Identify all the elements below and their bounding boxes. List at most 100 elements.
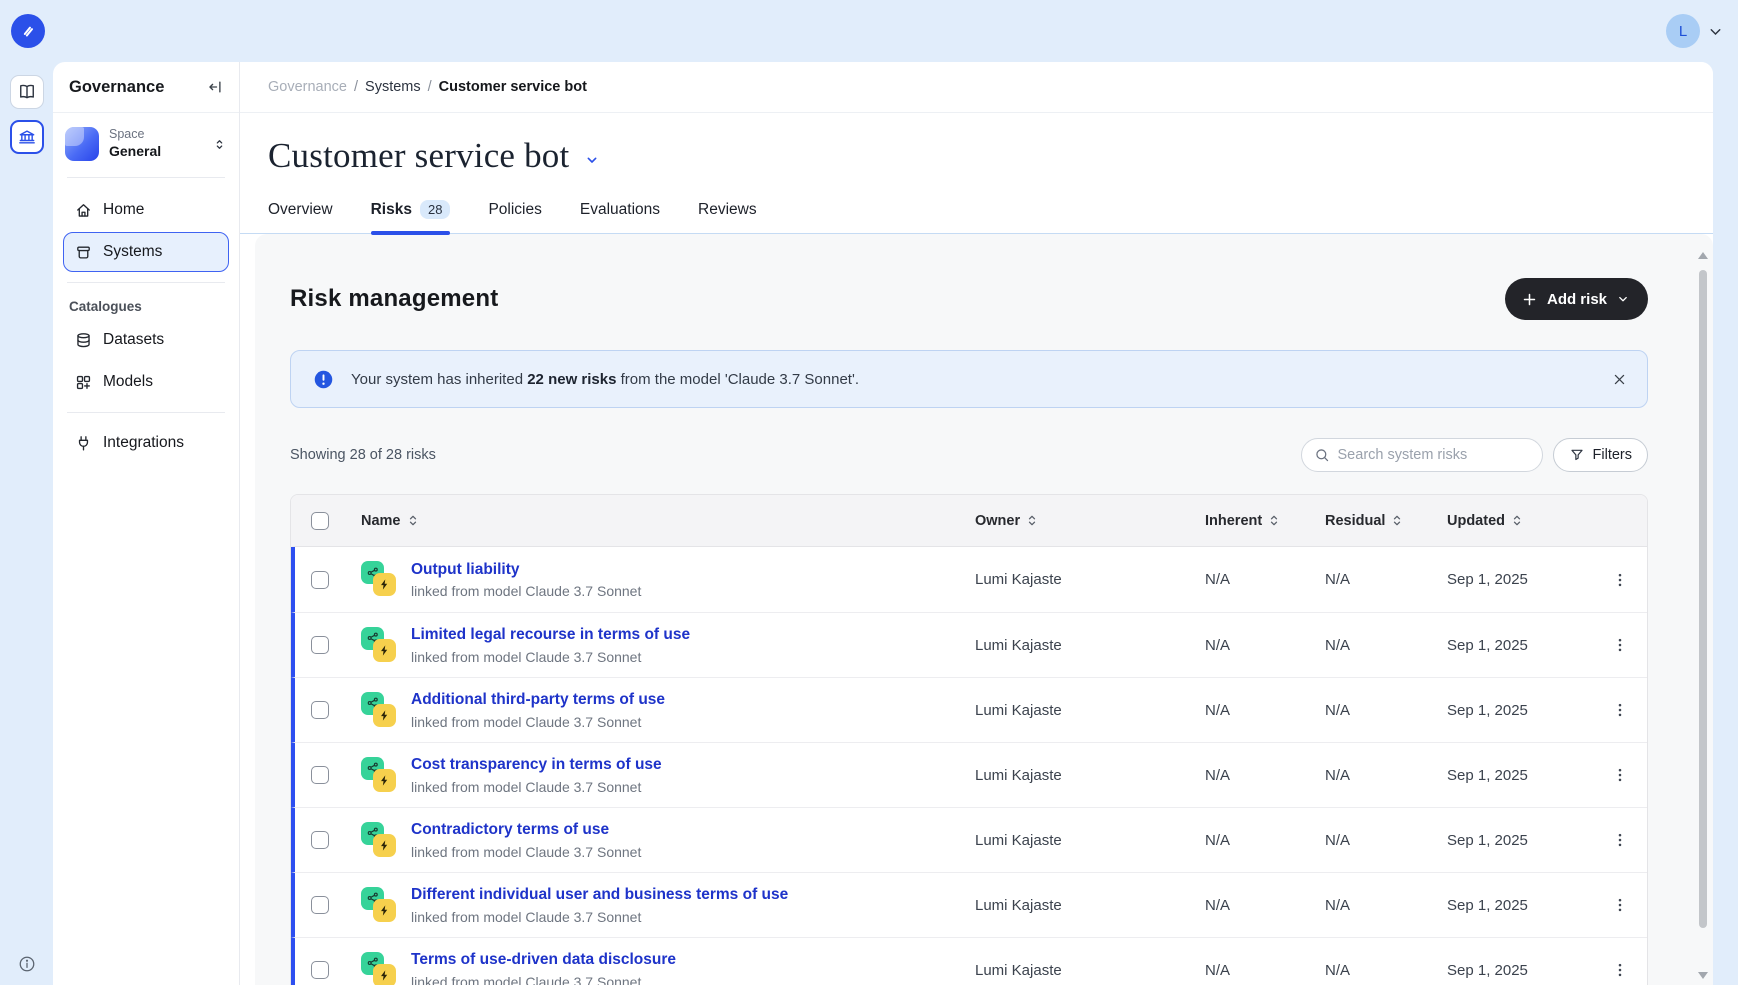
filters-button[interactable]: Filters [1553, 438, 1648, 472]
library-rail-button[interactable] [10, 75, 44, 109]
row-menu-button[interactable] [1607, 566, 1633, 594]
user-avatar[interactable]: L [1666, 14, 1700, 48]
systems-icon [74, 243, 93, 262]
user-menu-chevron-icon[interactable] [1707, 23, 1724, 40]
sidebar-collapse-button[interactable] [206, 78, 224, 96]
column-header-owner[interactable]: Owner [975, 513, 1185, 529]
space-avatar [65, 127, 99, 161]
info-icon [18, 955, 36, 973]
breadcrumb-current: Customer service bot [439, 79, 587, 95]
integrations-icon [74, 434, 93, 453]
kebab-icon [1611, 635, 1629, 655]
risk-linked-from-text: linked from model Claude 3.7 Sonnet [411, 712, 665, 732]
scroll-up-arrow[interactable] [1698, 252, 1708, 259]
row-menu-button[interactable] [1607, 891, 1633, 919]
breadcrumb-item[interactable]: Systems [365, 79, 421, 95]
column-label: Inherent [1205, 513, 1262, 529]
table-row: Contradictory terms of use linked from m… [291, 807, 1647, 872]
system-risk-bolt-icon [373, 704, 396, 727]
tab-label: Risks [371, 201, 412, 219]
row-checkbox[interactable] [311, 701, 329, 719]
row-checkbox[interactable] [311, 961, 329, 979]
sidebar-item-datasets[interactable]: Datasets [63, 320, 229, 360]
risk-name-link[interactable]: Contradictory terms of use [411, 821, 609, 838]
vertical-scrollbar[interactable] [1696, 250, 1710, 985]
row-checkbox[interactable] [311, 636, 329, 654]
banner-text: Your system has inherited 22 new risks f… [351, 371, 859, 388]
risk-type-badges [361, 691, 398, 729]
risk-name-link[interactable]: Different individual user and business t… [411, 886, 788, 903]
banner-close-button[interactable] [1612, 372, 1627, 387]
risk-management-heading: Risk management [290, 285, 498, 313]
brand-logo[interactable] [11, 14, 45, 48]
row-checkbox[interactable] [311, 766, 329, 784]
kebab-icon [1611, 570, 1629, 590]
updated-cell: Sep 1, 2025 [1427, 897, 1592, 914]
row-menu-button[interactable] [1607, 631, 1633, 659]
breadcrumb: Governance / Systems / Customer service … [240, 62, 1713, 113]
risk-linked-from-text: linked from model Claude 3.7 Sonnet [411, 907, 788, 927]
risk-linked-from-text: linked from model Claude 3.7 Sonnet [411, 647, 690, 667]
tab-evaluations[interactable]: Evaluations [580, 200, 660, 233]
residual-cell: N/A [1305, 767, 1427, 784]
owner-cell: Lumi Kajaste [955, 767, 1185, 784]
help-info-button[interactable] [18, 955, 36, 973]
select-all-checkbox[interactable] [311, 512, 329, 530]
tab-risks[interactable]: Risks 28 [371, 200, 451, 233]
page-title: Customer service bot [268, 136, 569, 176]
column-label: Residual [1325, 513, 1385, 529]
row-menu-button[interactable] [1607, 826, 1633, 854]
risk-name-link[interactable]: Terms of use-driven data disclosure [411, 951, 676, 968]
tab-policies[interactable]: Policies [488, 200, 541, 233]
row-menu-button[interactable] [1607, 696, 1633, 724]
book-icon [17, 82, 37, 102]
table-row: Additional third-party terms of use link… [291, 677, 1647, 742]
sidebar-item-home[interactable]: Home [63, 190, 229, 230]
risk-name-link[interactable]: Cost transparency in terms of use [411, 756, 662, 773]
risk-name-link[interactable]: Additional third-party terms of use [411, 691, 665, 708]
table-row: Output liability linked from model Claud… [291, 547, 1647, 612]
residual-cell: N/A [1305, 571, 1427, 588]
row-checkbox[interactable] [311, 831, 329, 849]
tab-overview[interactable]: Overview [268, 200, 333, 233]
risk-name-link[interactable]: Limited legal recourse in terms of use [411, 626, 690, 643]
column-label: Owner [975, 513, 1020, 529]
add-risk-button[interactable]: Add risk [1505, 278, 1648, 320]
column-header-inherent[interactable]: Inherent [1205, 513, 1305, 529]
row-checkbox[interactable] [311, 896, 329, 914]
risk-type-badges [361, 951, 398, 985]
column-header-residual[interactable]: Residual [1325, 513, 1427, 529]
risk-name-link[interactable]: Output liability [411, 561, 520, 578]
space-selector[interactable]: Space General [65, 127, 227, 161]
row-menu-button[interactable] [1607, 761, 1633, 789]
search-input[interactable] [1338, 447, 1530, 463]
updated-cell: Sep 1, 2025 [1427, 571, 1592, 588]
column-header-updated[interactable]: Updated [1447, 513, 1592, 529]
tab-reviews[interactable]: Reviews [698, 200, 757, 233]
row-checkbox[interactable] [311, 571, 329, 589]
inherent-cell: N/A [1185, 702, 1305, 719]
risk-type-badges [361, 886, 398, 924]
tab-label: Evaluations [580, 201, 660, 219]
scroll-down-arrow[interactable] [1698, 972, 1708, 979]
risk-linked-from-text: linked from model Claude 3.7 Sonnet [411, 581, 641, 601]
app-rail [0, 62, 53, 985]
models-icon [74, 373, 93, 392]
inherent-cell: N/A [1185, 767, 1305, 784]
governance-rail-button[interactable] [10, 120, 44, 154]
table-row: Different individual user and business t… [291, 872, 1647, 937]
divider [67, 412, 225, 413]
sidebar-item-models[interactable]: Models [63, 362, 229, 402]
scrollbar-thumb[interactable] [1699, 270, 1707, 928]
title-chevron-down-icon[interactable] [584, 152, 600, 168]
updated-cell: Sep 1, 2025 [1427, 832, 1592, 849]
column-label: Name [361, 513, 401, 529]
plus-icon [1521, 291, 1538, 308]
column-header-name[interactable]: Name [361, 513, 418, 529]
risk-panel: Risk management Add risk [255, 234, 1713, 985]
row-menu-button[interactable] [1607, 956, 1633, 984]
breadcrumb-item[interactable]: Governance [268, 79, 347, 95]
sidebar-item-integrations[interactable]: Integrations [63, 423, 229, 463]
sidebar-item-systems[interactable]: Systems [63, 232, 229, 272]
sidebar-item-label: Systems [103, 243, 162, 261]
